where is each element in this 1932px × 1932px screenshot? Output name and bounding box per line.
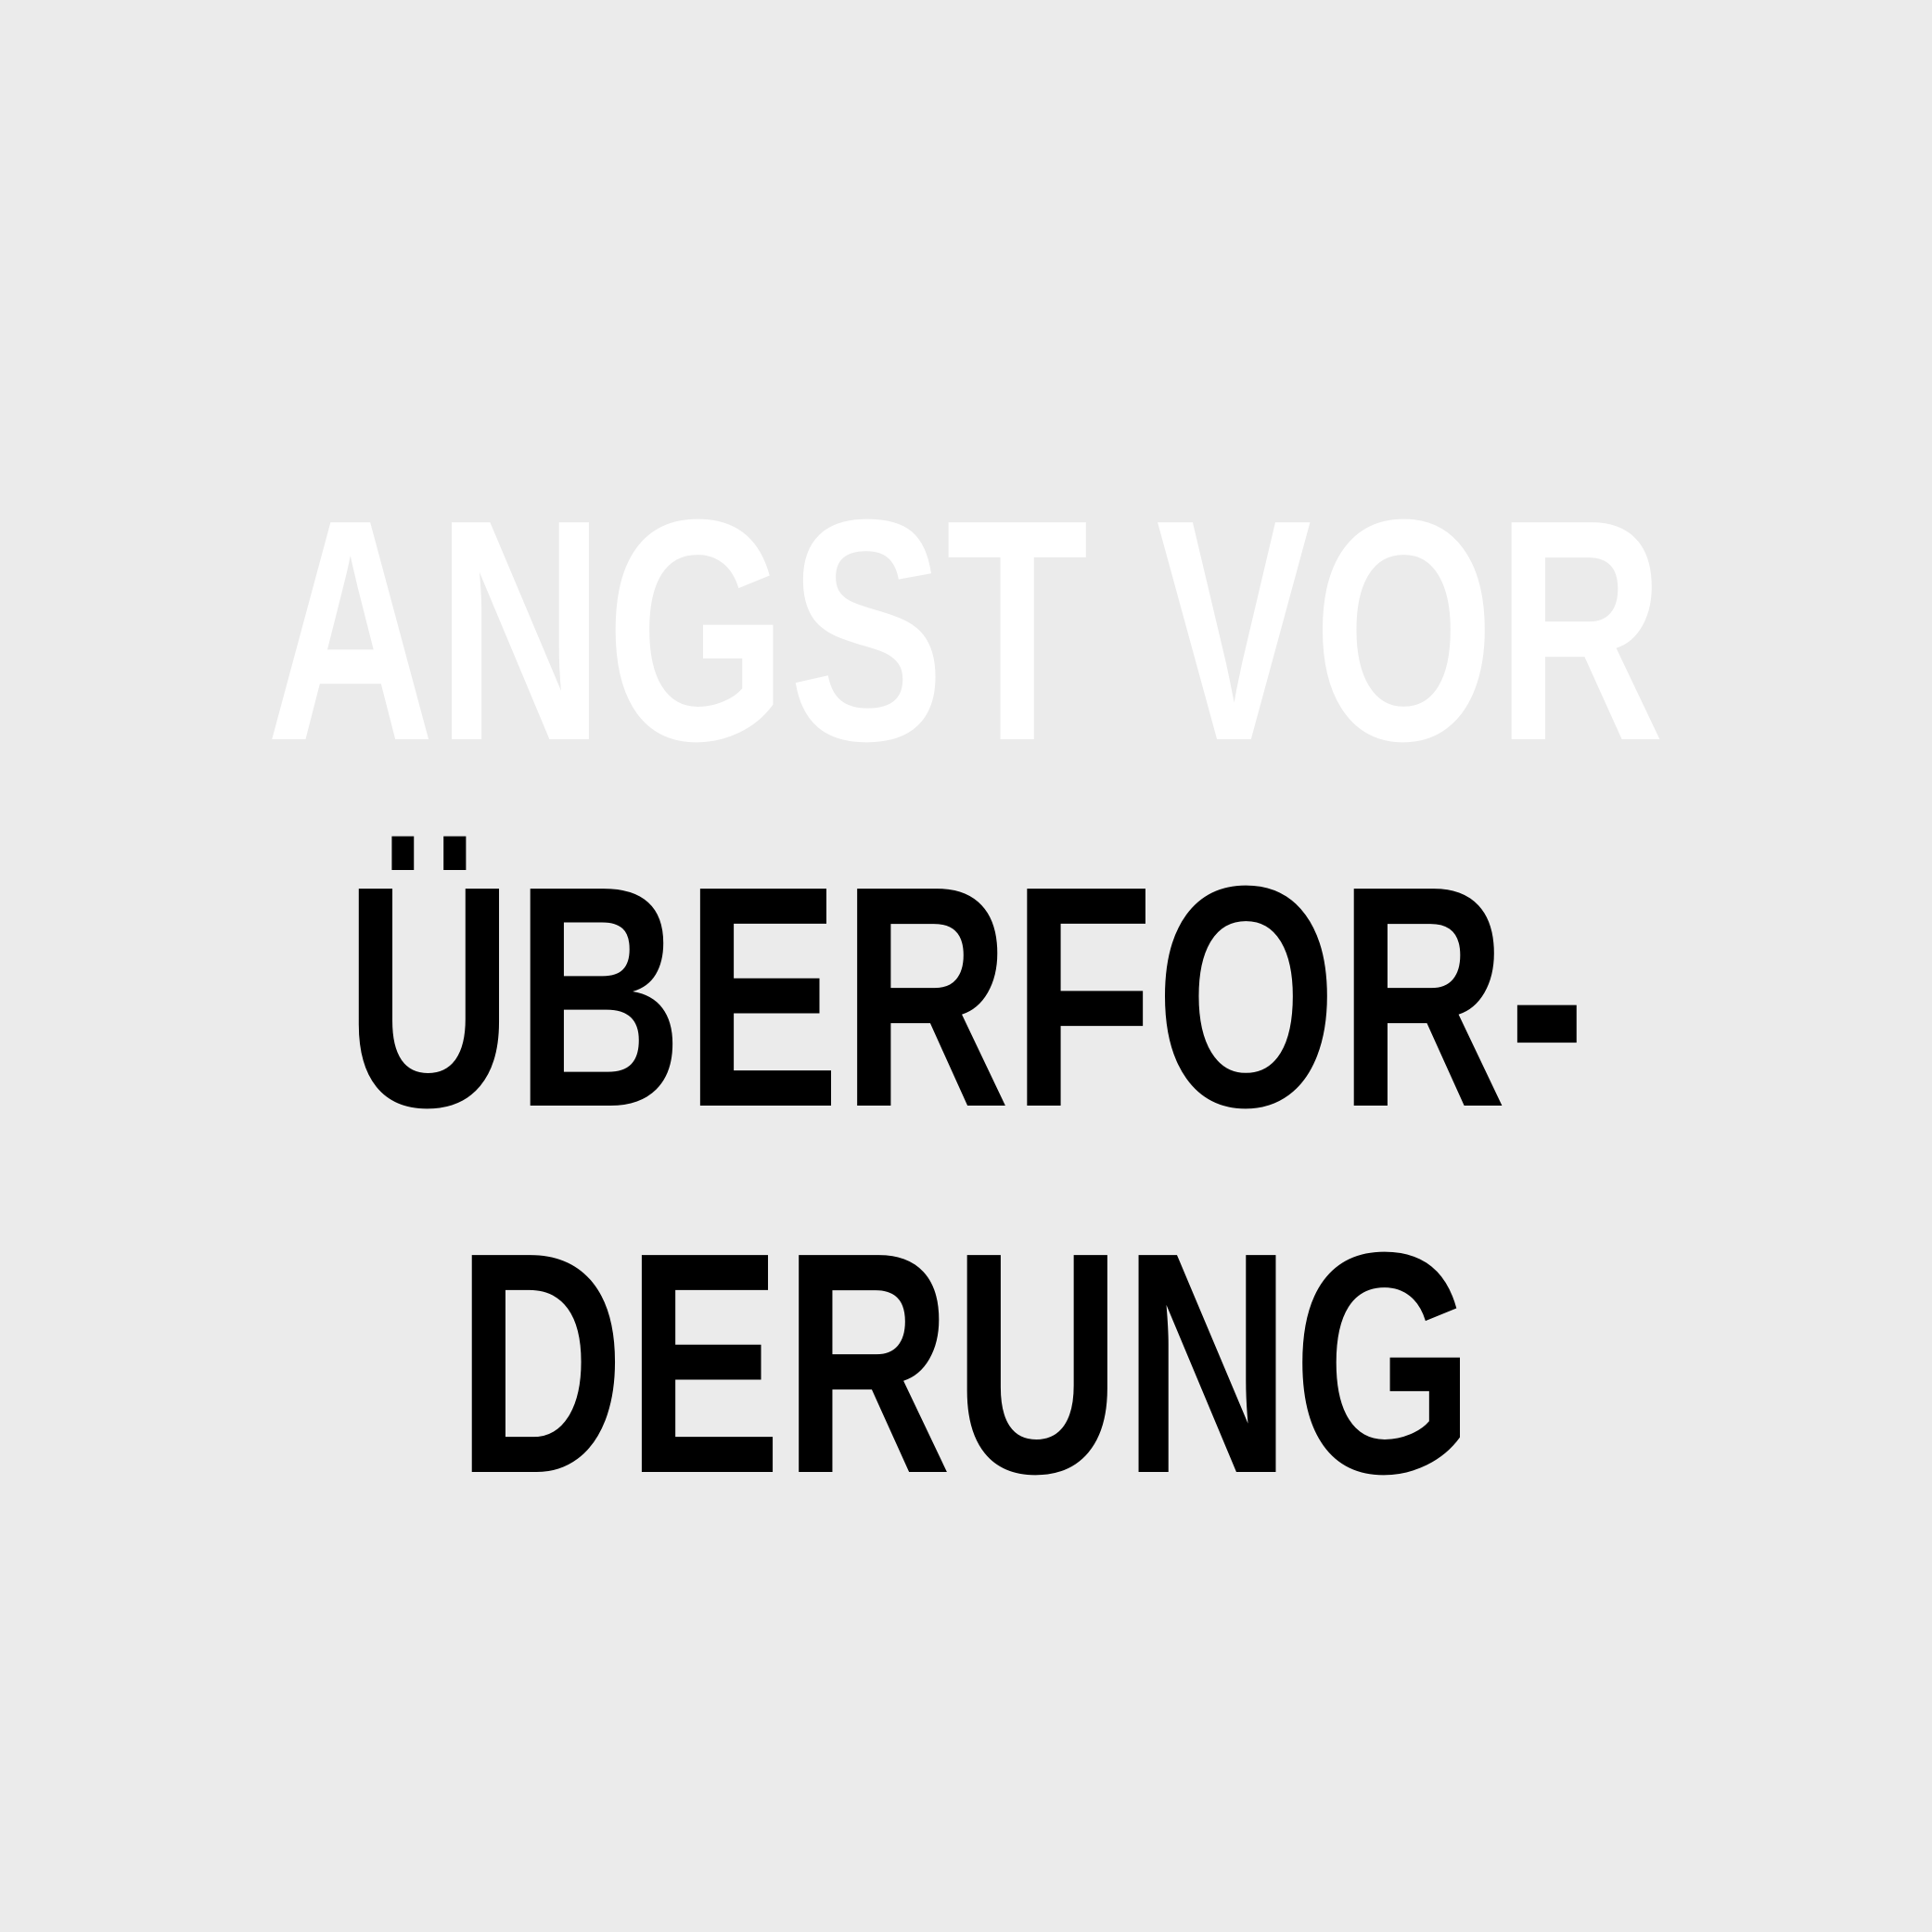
headline-line-2: ÜBERFOR-: [344, 821, 1588, 1173]
headline-line-1: ANGST VOR: [265, 454, 1667, 807]
headline-line-3: DERUNG: [455, 1187, 1477, 1540]
poster: ANGST VOR ÜBERFOR- DERUNG: [0, 0, 1932, 1932]
